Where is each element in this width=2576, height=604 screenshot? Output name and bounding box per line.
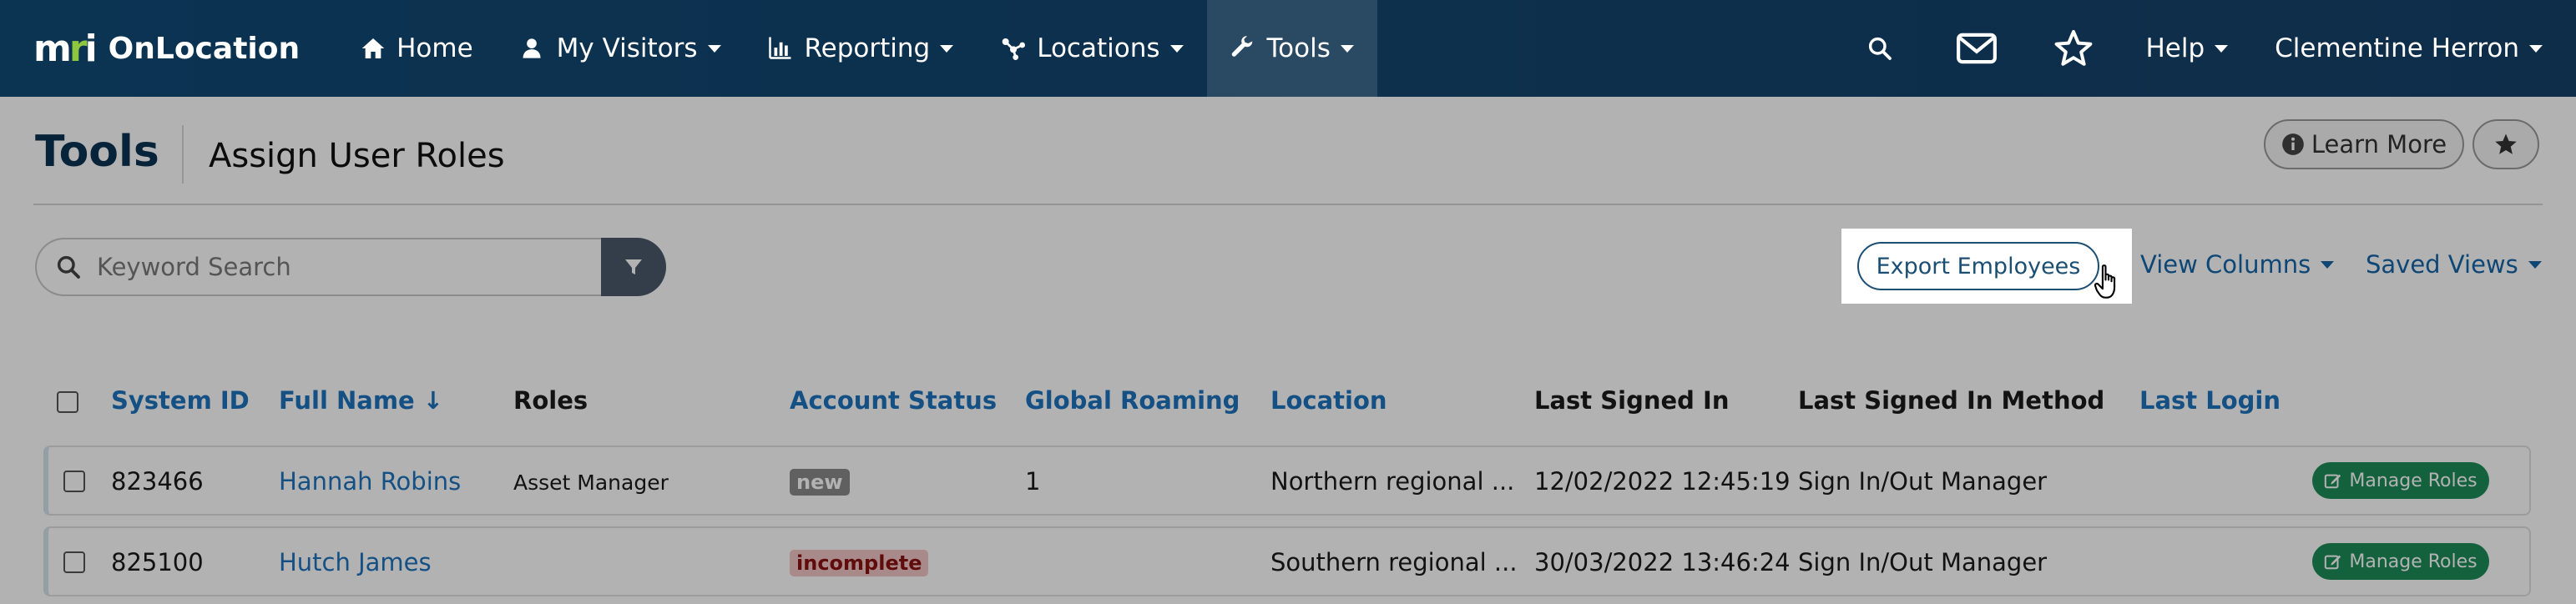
page-title: Tools [35, 127, 159, 177]
manage-roles-label: Manage Roles [2349, 551, 2478, 572]
cell-system-id: 825100 [111, 548, 204, 576]
filter-button[interactable] [601, 238, 666, 296]
bar-chart-icon [768, 35, 795, 62]
info-icon [2282, 133, 2304, 155]
search-icon [1869, 37, 1892, 60]
edit-icon [2325, 555, 2341, 570]
chevron-down-icon [2528, 260, 2542, 269]
col-system-id[interactable]: System ID [111, 386, 250, 415]
nav-tools-label: Tools [1266, 33, 1331, 63]
chevron-down-icon [2529, 44, 2543, 53]
saved-views-dropdown[interactable]: Saved Views [2366, 250, 2542, 279]
table-header: System ID Full Name ↓ Roles Account Stat… [33, 380, 2543, 426]
cell-global-roaming: 1 [1025, 467, 1041, 496]
brand-mark: mri [33, 27, 98, 70]
chevron-down-icon [2321, 260, 2335, 269]
col-last-login[interactable]: Last Login [2139, 386, 2281, 415]
view-columns-label: View Columns [2140, 250, 2311, 279]
cell-last-signed-in: 12/02/2022 12:45:19 [1534, 467, 1791, 496]
search-field [35, 238, 603, 296]
col-roles: Roles [513, 386, 588, 415]
user-menu[interactable]: Clementine Herron [2251, 0, 2543, 97]
chevron-down-icon [707, 44, 721, 53]
messages-button[interactable] [1928, 0, 2025, 97]
chevron-down-icon [940, 44, 954, 53]
envelope-icon [1957, 33, 1998, 64]
nav-locations[interactable]: Locations [977, 0, 1206, 97]
table-row: 823466 Hannah Robins Asset Manager new 1… [43, 445, 2531, 516]
star-icon [2055, 30, 2093, 66]
table-row: 825100 Hutch James incomplete Southern r… [43, 526, 2531, 596]
network-icon [1000, 35, 1027, 62]
chevron-down-icon [1169, 44, 1184, 53]
saved-views-label: Saved Views [2366, 250, 2518, 279]
view-columns-dropdown[interactable]: View Columns [2140, 250, 2335, 279]
search-button[interactable] [1831, 0, 1928, 97]
cell-full-name[interactable]: Hutch James [279, 548, 432, 576]
manage-roles-button[interactable]: Manage Roles [2312, 543, 2489, 580]
nav-home-label: Home [397, 33, 473, 63]
manage-roles-button[interactable]: Manage Roles [2312, 462, 2489, 499]
wrench-icon [1230, 35, 1257, 62]
chevron-down-icon [2215, 44, 2229, 53]
cell-location: Northern regional ... [1270, 467, 1515, 496]
learn-more-label: Learn More [2311, 130, 2447, 159]
home-icon [360, 35, 386, 62]
nav-reporting[interactable]: Reporting [745, 0, 977, 97]
learn-more-button[interactable]: Learn More [2264, 119, 2464, 169]
nav-home[interactable]: Home [336, 0, 497, 97]
col-last-signed-in-method: Last Signed In Method [1798, 386, 2105, 415]
nav-tools[interactable]: Tools [1206, 0, 1377, 97]
cell-last-signed-in-method: Sign In/Out Manager [1798, 548, 2048, 576]
nav-reporting-label: Reporting [804, 33, 931, 63]
header-divider [33, 204, 2543, 205]
pointer-cursor-icon [2094, 264, 2124, 305]
top-navbar: mri OnLocation Home My Visitors Reportin… [0, 0, 2576, 97]
row-checkbox[interactable] [63, 471, 85, 492]
nav-help-label: Help [2145, 33, 2205, 63]
row-checkbox[interactable] [63, 551, 85, 573]
status-badge: new [790, 469, 850, 496]
col-global-roaming[interactable]: Global Roaming [1025, 386, 1240, 415]
nav-locations-label: Locations [1037, 33, 1160, 63]
brand-name: OnLocation [108, 31, 301, 66]
search-icon [57, 255, 80, 279]
brand-logo[interactable]: mri OnLocation [33, 28, 300, 70]
export-employees-button[interactable]: Export Employees [1857, 242, 2099, 290]
title-divider [182, 125, 184, 184]
nav-my-visitors[interactable]: My Visitors [497, 0, 745, 97]
star-icon [2495, 133, 2517, 154]
cell-last-signed-in-method: Sign In/Out Manager [1798, 467, 2048, 496]
manage-roles-label: Manage Roles [2349, 470, 2478, 491]
status-badge: incomplete [790, 550, 929, 576]
nav-right-group: Help Clementine Herron [1831, 0, 2543, 97]
nav-help[interactable]: Help [2122, 0, 2251, 97]
keyword-search-input[interactable] [97, 253, 564, 281]
nav-my-visitors-label: My Visitors [556, 33, 698, 63]
col-account-status[interactable]: Account Status [790, 386, 997, 415]
filter-icon [625, 259, 642, 274]
user-name: Clementine Herron [2275, 33, 2519, 63]
select-all-checkbox[interactable] [57, 391, 78, 413]
col-full-name[interactable]: Full Name ↓ [279, 386, 443, 415]
page-subtitle: Assign User Roles [209, 137, 505, 175]
cell-system-id: 823466 [111, 467, 204, 496]
col-location[interactable]: Location [1270, 386, 1387, 415]
user-icon [520, 35, 547, 62]
cell-roles: Asset Manager [513, 471, 669, 495]
edit-icon [2325, 474, 2341, 489]
cell-location: Southern regional ... [1270, 548, 1518, 576]
export-highlight: Export Employees [1841, 229, 2132, 304]
add-favorite-button[interactable] [2472, 119, 2539, 169]
favorites-button[interactable] [2025, 0, 2122, 97]
chevron-down-icon [1340, 44, 1354, 53]
cell-last-signed-in: 30/03/2022 13:46:24 [1534, 548, 1791, 576]
cell-full-name[interactable]: Hannah Robins [279, 467, 461, 496]
col-last-signed-in: Last Signed In [1534, 386, 1730, 415]
